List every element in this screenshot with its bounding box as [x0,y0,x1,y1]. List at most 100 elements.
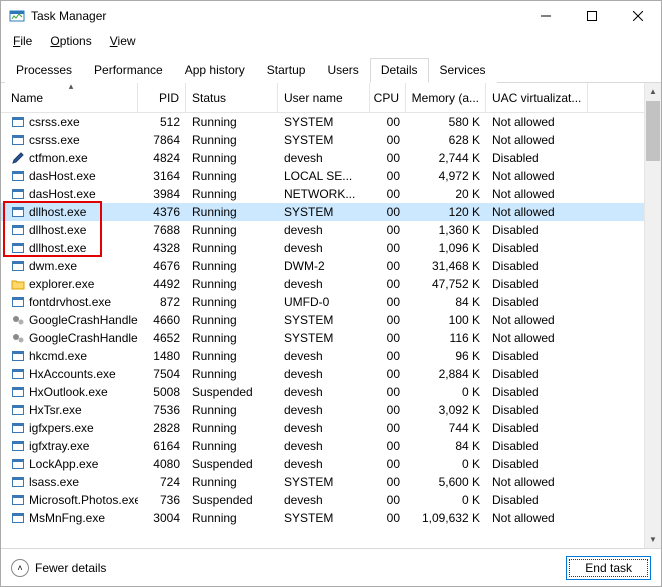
tab-services[interactable]: Services [429,58,497,83]
tab-app-history[interactable]: App history [174,58,256,83]
process-icon [11,421,25,435]
table-row[interactable]: MsMnFng.exe3004RunningSYSTEM001,09,632 K… [1,509,661,527]
table-row[interactable]: HxOutlook.exe5008Suspendeddevesh000 KDis… [1,383,661,401]
process-status: Running [186,511,278,525]
process-cpu: 00 [370,511,406,525]
process-icon [11,313,25,327]
process-status: Running [186,205,278,219]
process-icon [11,259,25,273]
process-name: HxOutlook.exe [29,385,108,399]
table-row[interactable]: igfxtray.exe6164Runningdevesh0084 KDisab… [1,437,661,455]
table-row[interactable]: GoogleCrashHandler...4660RunningSYSTEM00… [1,311,661,329]
process-icon [11,511,25,525]
table-row[interactable]: csrss.exe512RunningSYSTEM00580 KNot allo… [1,113,661,131]
table-row[interactable]: dasHost.exe3984RunningNETWORK...0020 KNo… [1,185,661,203]
table-row[interactable]: Microsoft.Photos.exe736Suspendeddevesh00… [1,491,661,509]
table-row[interactable]: dllhost.exe4376RunningSYSTEM00120 KNot a… [1,203,661,221]
scrollbar-thumb[interactable] [646,101,660,161]
process-uac: Disabled [486,385,588,399]
menubar: FileOptionsView [1,31,661,51]
col-name[interactable]: Name [5,83,138,112]
minimize-button[interactable] [523,1,569,31]
table-row[interactable]: LockApp.exe4080Suspendeddevesh000 KDisab… [1,455,661,473]
process-mem: 20 K [406,187,486,201]
process-user: SYSTEM [278,313,370,327]
process-name: dllhost.exe [29,223,86,237]
col-pid[interactable]: PID [138,83,186,112]
process-user: devesh [278,241,370,255]
process-icon [11,241,25,255]
process-status: Running [186,367,278,381]
menu-options[interactable]: Options [42,33,99,49]
process-name: dllhost.exe [29,205,86,219]
tab-processes[interactable]: Processes [5,58,83,83]
process-pid: 4376 [138,205,186,219]
process-name: GoogleCrashHandler... [29,331,138,345]
process-uac: Disabled [486,457,588,471]
table-row[interactable]: HxTsr.exe7536Runningdevesh003,092 KDisab… [1,401,661,419]
process-mem: 0 K [406,385,486,399]
menu-file[interactable]: File [5,33,40,49]
process-name: explorer.exe [29,277,94,291]
process-cpu: 00 [370,385,406,399]
tab-startup[interactable]: Startup [256,58,317,83]
fewer-details-button[interactable]: ˄ Fewer details [11,559,106,577]
process-pid: 6164 [138,439,186,453]
col-mem[interactable]: Memory (a... [406,83,486,112]
process-status: Running [186,241,278,255]
process-user: devesh [278,367,370,381]
process-cpu: 00 [370,403,406,417]
vertical-scrollbar[interactable]: ▲ ▼ [644,83,661,548]
table-row[interactable]: fontdrvhost.exe872RunningUMFD-00084 KDis… [1,293,661,311]
table-row[interactable]: dllhost.exe4328Runningdevesh001,096 KDis… [1,239,661,257]
process-cpu: 00 [370,349,406,363]
process-mem: 1,360 K [406,223,486,237]
process-user: SYSTEM [278,205,370,219]
col-status[interactable]: Status [186,83,278,112]
process-pid: 3164 [138,169,186,183]
process-name: igfxpers.exe [29,421,94,435]
process-icon [11,457,25,471]
maximize-button[interactable] [569,1,615,31]
table-row[interactable]: lsass.exe724RunningSYSTEM005,600 KNot al… [1,473,661,491]
close-button[interactable] [615,1,661,31]
process-cpu: 00 [370,259,406,273]
process-pid: 7536 [138,403,186,417]
table-row[interactable]: csrss.exe7864RunningSYSTEM00628 KNot all… [1,131,661,149]
process-cpu: 00 [370,475,406,489]
process-name: GoogleCrashHandler... [29,313,138,327]
col-cpu[interactable]: CPU [370,83,406,112]
process-status: Running [186,331,278,345]
table-row[interactable]: dwm.exe4676RunningDWM-20031,468 KDisable… [1,257,661,275]
process-uac: Disabled [486,241,588,255]
scroll-up-icon[interactable]: ▲ [645,83,661,100]
table-row[interactable]: HxAccounts.exe7504Runningdevesh002,884 K… [1,365,661,383]
table-row[interactable]: igfxpers.exe2828Runningdevesh00744 KDisa… [1,419,661,437]
process-user: SYSTEM [278,133,370,147]
process-pid: 7864 [138,133,186,147]
process-user: devesh [278,349,370,363]
process-mem: 84 K [406,439,486,453]
table-row[interactable]: ctfmon.exe4824Runningdevesh002,744 KDisa… [1,149,661,167]
table-body: csrss.exe512RunningSYSTEM00580 KNot allo… [1,113,661,548]
table-row[interactable]: dllhost.exe7688Runningdevesh001,360 KDis… [1,221,661,239]
process-status: Running [186,349,278,363]
col-uac[interactable]: UAC virtualizat... [486,83,588,112]
table-row[interactable]: dasHost.exe3164RunningLOCAL SE...004,972… [1,167,661,185]
table-row[interactable]: explorer.exe4492Runningdevesh0047,752 KD… [1,275,661,293]
tab-performance[interactable]: Performance [83,58,174,83]
process-cpu: 00 [370,295,406,309]
process-uac: Disabled [486,349,588,363]
table-row[interactable]: hkcmd.exe1480Runningdevesh0096 KDisabled [1,347,661,365]
tab-users[interactable]: Users [316,58,369,83]
end-task-button[interactable]: End task [566,556,651,580]
process-name: dasHost.exe [29,169,96,183]
process-pid: 1480 [138,349,186,363]
tab-details[interactable]: Details [370,58,429,83]
col-user[interactable]: User name [278,83,370,112]
task-manager-window: Task Manager FileOptionsView ProcessesPe… [0,0,662,587]
scroll-down-icon[interactable]: ▼ [645,531,661,548]
table-row[interactable]: GoogleCrashHandler...4652RunningSYSTEM00… [1,329,661,347]
menu-view[interactable]: View [102,33,144,49]
process-user: DWM-2 [278,259,370,273]
